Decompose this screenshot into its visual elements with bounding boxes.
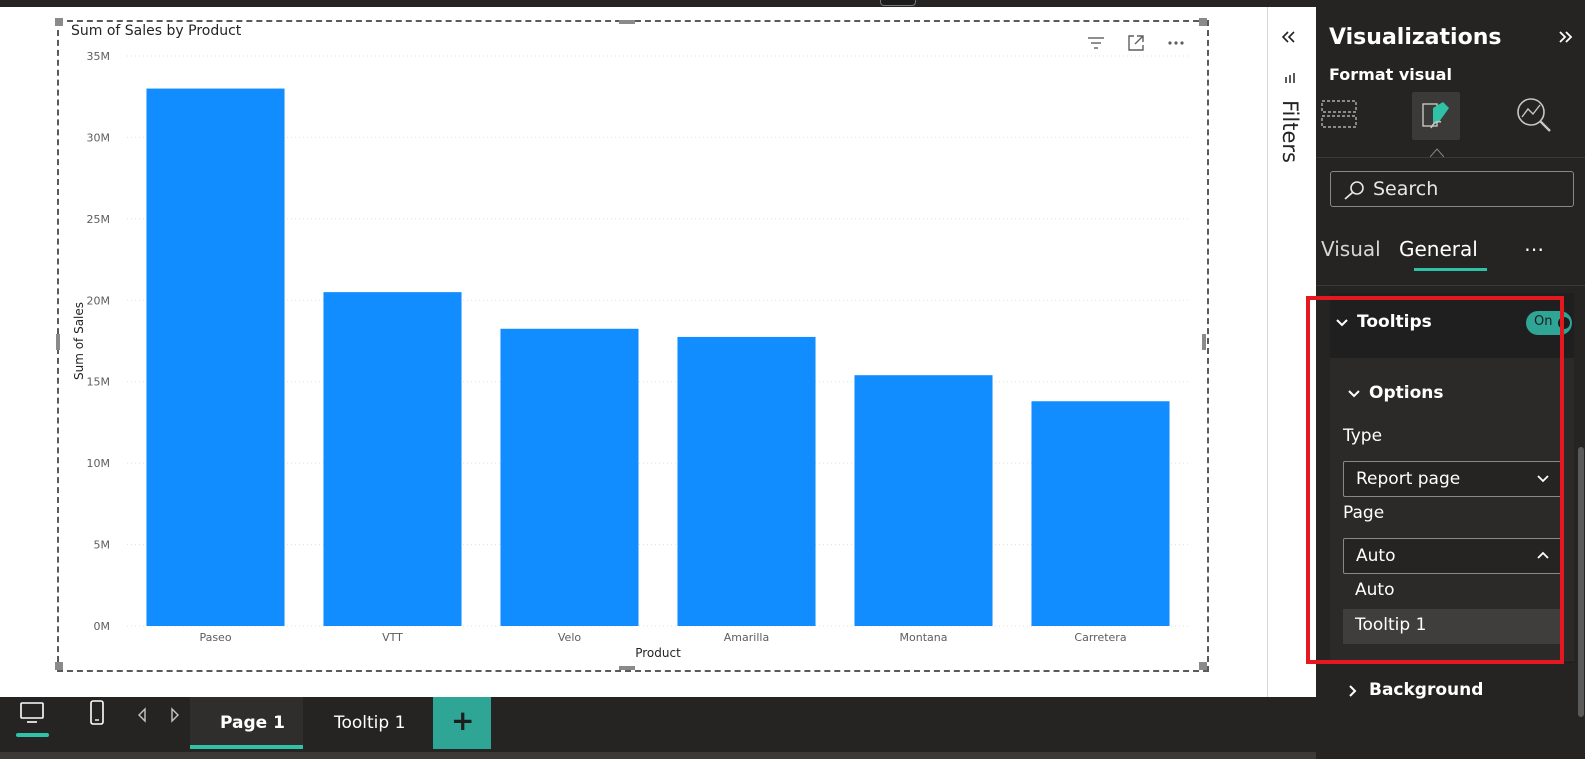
- double-chevron-right-icon[interactable]: [1556, 29, 1574, 45]
- bar[interactable]: [146, 88, 285, 627]
- top-toolbar-strip: [0, 0, 1585, 7]
- page-tab-tooltip-1[interactable]: Tooltip 1: [303, 697, 433, 749]
- resize-handle[interactable]: [55, 18, 63, 26]
- search-placeholder: Search: [1373, 178, 1439, 200]
- resize-handle[interactable]: [55, 662, 63, 670]
- x-tick-label: Paseo: [199, 631, 231, 644]
- resize-handle[interactable]: [1202, 334, 1206, 350]
- y-tick-label: 15M: [87, 376, 111, 389]
- resize-handle[interactable]: [1199, 18, 1207, 26]
- y-tick-label: 0M: [94, 620, 111, 633]
- y-axis-title: Sum of Sales: [72, 302, 86, 380]
- active-page-underline: [190, 745, 303, 749]
- bar[interactable]: [500, 328, 639, 626]
- y-tick-label: 5M: [94, 539, 111, 552]
- filters-label[interactable]: Filters: [1276, 100, 1306, 180]
- status-bar: [0, 752, 1316, 759]
- mobile-view-icon[interactable]: [89, 700, 105, 726]
- resize-handle[interactable]: [1199, 662, 1207, 670]
- search-input[interactable]: Search: [1330, 171, 1574, 207]
- y-tick-label: 20M: [87, 294, 111, 307]
- x-tick-label: Velo: [558, 631, 581, 644]
- pane-title: Visualizations: [1329, 25, 1502, 50]
- resize-handle[interactable]: [619, 20, 635, 24]
- y-tick-label: 30M: [87, 131, 111, 144]
- desktop-view-icon[interactable]: [19, 701, 45, 725]
- x-tick-label: VTT: [382, 631, 403, 644]
- bar[interactable]: [1031, 401, 1170, 626]
- page-tab-page-1[interactable]: Page 1: [190, 697, 303, 749]
- double-chevron-left-icon[interactable]: [1280, 29, 1298, 45]
- format-visual-label: Format visual: [1329, 65, 1452, 84]
- y-tick-label: 10M: [87, 457, 111, 470]
- format-visual-tab[interactable]: [1412, 92, 1460, 140]
- y-tick-label: 25M: [87, 213, 111, 226]
- x-axis-title: Product: [635, 646, 681, 660]
- more-options-button[interactable]: ⋯: [1524, 237, 1544, 261]
- build-visual-icon[interactable]: [1320, 97, 1358, 133]
- add-page-button[interactable]: +: [433, 697, 491, 749]
- analytics-icon[interactable]: [1514, 95, 1554, 135]
- y-tick-label: 35M: [87, 50, 111, 63]
- tab-visual[interactable]: Visual: [1321, 237, 1381, 261]
- bar[interactable]: [854, 375, 993, 626]
- x-tick-label: Montana: [900, 631, 948, 644]
- divider: [1316, 157, 1585, 158]
- tab-general[interactable]: General: [1399, 237, 1478, 261]
- resize-handle[interactable]: [56, 334, 60, 350]
- bar-chart-visual[interactable]: Sum of Sales by Product 0M 5M 10M 15M 20M 25M…: [55, 18, 1209, 672]
- toolbar-tab-fragment: [880, 0, 916, 6]
- filter-bars-icon: [1285, 73, 1295, 83]
- tooltips-highlight-box: [1306, 296, 1564, 664]
- x-tick-label: Amarilla: [724, 631, 769, 644]
- format-visual-icon: [1422, 102, 1449, 129]
- bar[interactable]: [677, 336, 816, 626]
- bar-chart-plot: 0M 5M 10M 15M 20M 25M 30M 35M Paseo VTT Velo Amaril…: [72, 50, 1189, 660]
- background-section-header[interactable]: Background: [1369, 680, 1483, 700]
- divider: [1316, 285, 1585, 286]
- resize-handle[interactable]: [619, 666, 635, 670]
- active-tab-pointer: [1430, 148, 1444, 157]
- active-tab-underline: [1414, 268, 1487, 271]
- prev-page-icon[interactable]: [136, 707, 148, 723]
- page-navigation-bar: Page 1 Tooltip 1 +: [0, 697, 1316, 759]
- search-icon: [1344, 181, 1364, 200]
- active-view-indicator: [16, 733, 49, 737]
- chevron-right-icon[interactable]: [1347, 684, 1359, 698]
- bar[interactable]: [323, 292, 462, 626]
- next-page-icon[interactable]: [169, 707, 181, 723]
- x-tick-label: Carretera: [1074, 631, 1126, 644]
- pane-scrollbar[interactable]: [1578, 447, 1584, 717]
